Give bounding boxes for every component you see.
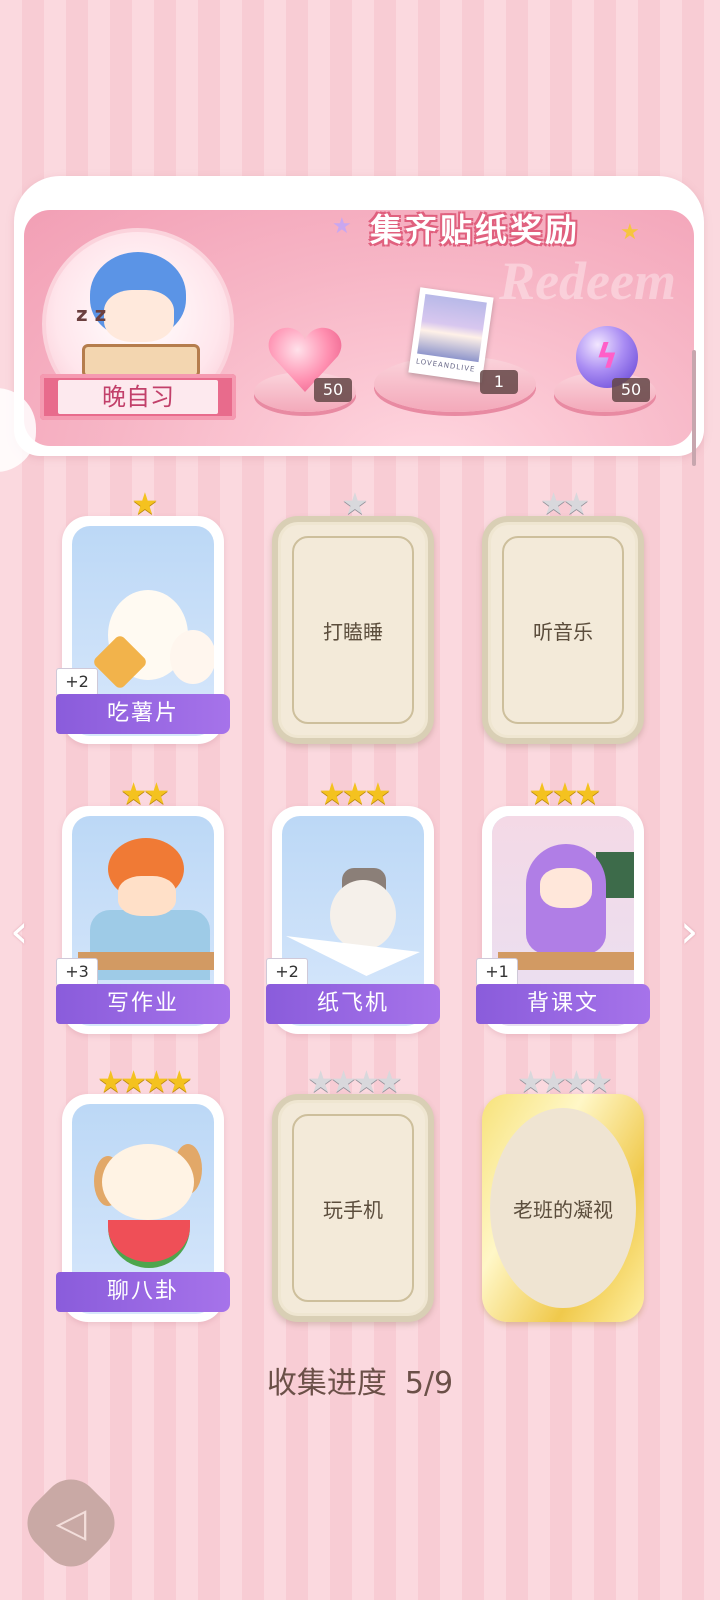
reward-count-heart: 50 bbox=[314, 378, 352, 402]
sticker-card[interactable]: ★★★★ 聊八卦 bbox=[56, 1068, 230, 1324]
sticker-card[interactable]: ★★★ +1 背课文 bbox=[476, 780, 650, 1036]
sticker-card[interactable]: ★★ +3 写作业 bbox=[56, 780, 230, 1036]
card-name-tag: 纸飞机 bbox=[266, 984, 440, 1024]
purple-star-icon: ★ bbox=[332, 214, 352, 239]
card-body: 老班的凝视 bbox=[482, 1094, 644, 1322]
fox-tail bbox=[170, 630, 214, 684]
progress-label: 收集进度 bbox=[266, 1366, 387, 1401]
collection-progress: 收集进度 5/9 bbox=[0, 1358, 720, 1402]
bonus-badge: +1 bbox=[476, 958, 518, 986]
card-body: 打瞌睡 bbox=[272, 516, 434, 744]
gold-star-icon: ★ bbox=[620, 220, 640, 245]
girl-face bbox=[540, 868, 592, 908]
back-icon[interactable]: ◁ bbox=[32, 1484, 110, 1562]
sticker-card-locked[interactable]: ★★★★ 玩手机 bbox=[272, 1068, 434, 1324]
dog-head bbox=[102, 1144, 194, 1220]
chevron-right-icon[interactable]: › bbox=[680, 908, 698, 954]
watermelon bbox=[108, 1220, 190, 1268]
progress-value: 5/9 bbox=[404, 1366, 454, 1401]
desk bbox=[498, 952, 634, 970]
card-label: 打瞌睡 bbox=[323, 619, 383, 644]
photo-card-image bbox=[417, 294, 487, 363]
card-label: 听音乐 bbox=[533, 619, 593, 644]
sticker-card-locked[interactable]: ★★ 听音乐 bbox=[482, 490, 644, 746]
sticker-card-locked[interactable]: ★ 打瞌睡 bbox=[272, 490, 434, 746]
sticker-card[interactable]: ★ +2 吃薯片 bbox=[56, 490, 230, 746]
sticker-card[interactable]: ★★★ +2 纸飞机 bbox=[266, 780, 440, 1036]
banner-title: 集齐贴纸奖励 bbox=[370, 211, 581, 249]
avatar-face bbox=[104, 290, 174, 342]
bonus-badge: +2 bbox=[266, 958, 308, 986]
card-label: 玩手机 bbox=[323, 1197, 383, 1222]
card-name-tag: 吃薯片 bbox=[56, 694, 230, 734]
cat-figure bbox=[330, 880, 396, 950]
card-name-tag: 背课文 bbox=[476, 984, 650, 1024]
card-name-tag: 写作业 bbox=[56, 984, 230, 1024]
card-name-tag: 聊八卦 bbox=[56, 1272, 230, 1312]
reward-count-photo: 1 bbox=[480, 370, 518, 394]
desk bbox=[78, 952, 214, 970]
card-label: 老班的凝视 bbox=[513, 1197, 613, 1222]
banner-watermark: Redeem bbox=[499, 251, 676, 311]
bonus-badge: +3 bbox=[56, 958, 98, 986]
scrollbar[interactable] bbox=[692, 350, 696, 466]
card-body: 听音乐 bbox=[482, 516, 644, 744]
sleep-zz-icon: z z bbox=[76, 302, 107, 326]
avatar-label: 晚自习 bbox=[58, 380, 218, 414]
card-body: 玩手机 bbox=[272, 1094, 434, 1322]
chevron-left-icon[interactable]: ‹ bbox=[10, 908, 28, 954]
sticker-card-gold-locked[interactable]: ★★★★ 老班的凝视 bbox=[482, 1068, 644, 1324]
bonus-badge: +2 bbox=[56, 668, 98, 696]
reward-count-orb: 50 bbox=[612, 378, 650, 402]
avatar-book bbox=[82, 344, 200, 378]
photo-card-icon[interactable]: LOVEANDLIVE bbox=[408, 287, 494, 383]
boy-face bbox=[118, 876, 176, 916]
